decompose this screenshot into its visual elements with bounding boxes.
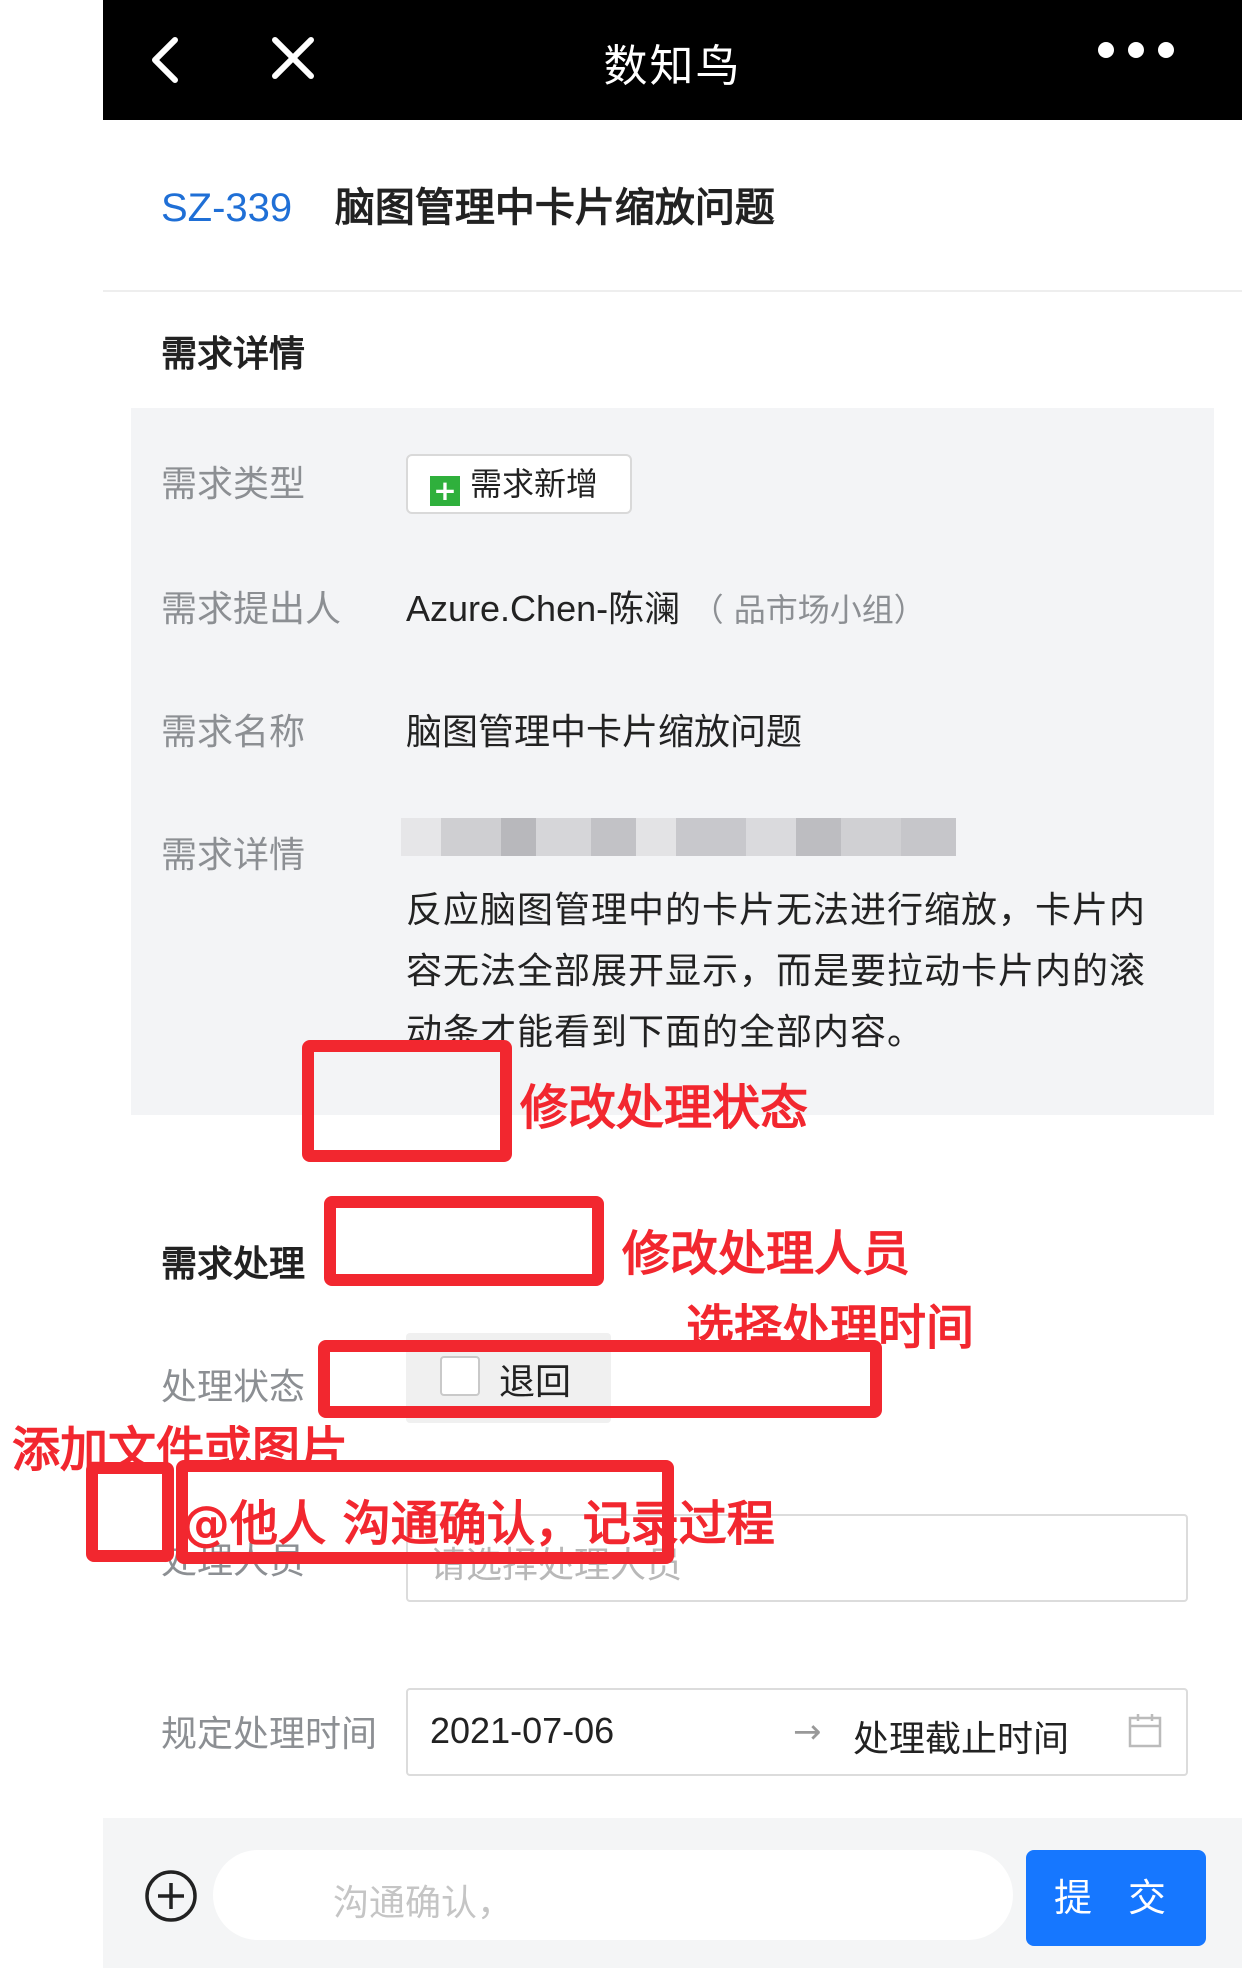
app-screen: 数知鸟 SZ-339 脑图管理中卡片缩放问题 需求详情 需求类型 + 需求新增 需… xyxy=(103,0,1242,1968)
annotation-box-handler xyxy=(324,1196,604,1286)
add-attachment-icon[interactable] xyxy=(143,1868,199,1924)
start-date[interactable]: 2021-07-06 xyxy=(430,1710,614,1752)
detail-value: 反应脑图管理中的卡片无法进行缩放，卡片内容无法全部展开显示，而是要拉动卡片内的滚… xyxy=(406,890,1147,1053)
proposer-group: （ 品市场小组） xyxy=(691,591,926,629)
annotation-status: 修改处理状态 xyxy=(520,1080,809,1136)
page-title: SZ-339 脑图管理中卡片缩放问题 xyxy=(161,175,775,235)
more-icon[interactable] xyxy=(1098,42,1208,72)
annotation-box-status xyxy=(302,1040,512,1162)
status-label: 处理状态 xyxy=(161,1367,306,1408)
ticket-name: 脑图管理中卡片缩放问题 xyxy=(334,185,775,231)
name-value: 脑图管理中卡片缩放问题 xyxy=(406,712,803,753)
annotation-handler: 修改处理人员 xyxy=(622,1226,911,1282)
detail-label: 需求详情 xyxy=(161,835,306,876)
calendar-icon[interactable] xyxy=(1128,1712,1162,1748)
proposer-name: Azure.Chen-陈澜 xyxy=(406,588,681,629)
type-label: 需求类型 xyxy=(161,464,306,505)
type-value: 需求新增 xyxy=(470,465,599,503)
range-arrow-icon: → xyxy=(793,1712,822,1752)
deadline-label: 规定处理时间 xyxy=(161,1714,378,1755)
top-nav-bar: 数知鸟 xyxy=(103,0,1242,120)
bottom-comment-bar: 沟通确认， 提 交 xyxy=(103,1818,1242,1968)
type-tag: + 需求新增 xyxy=(406,454,632,514)
details-section-title: 需求详情 xyxy=(161,334,306,375)
ticket-id: SZ-339 xyxy=(161,186,293,230)
annotation-box-time xyxy=(318,1340,882,1418)
app-title: 数知鸟 xyxy=(603,41,742,92)
proposer-value: Azure.Chen-陈澜 （ 品市场小组） xyxy=(406,580,926,632)
deadline-date-range[interactable]: 2021-07-06 → 处理截止时间 xyxy=(406,1688,1188,1776)
proposer-label: 需求提出人 xyxy=(161,589,342,630)
divider xyxy=(103,290,1242,292)
comment-input[interactable]: 沟通确认， xyxy=(213,1850,1013,1940)
submit-button[interactable]: 提 交 xyxy=(1026,1850,1206,1946)
annotation-box-attach xyxy=(86,1462,174,1562)
blurred-content xyxy=(401,818,956,856)
name-label: 需求名称 xyxy=(161,712,306,753)
end-date-placeholder[interactable]: 处理截止时间 xyxy=(853,1710,1069,1762)
annotation-comment: @他人 沟通确认，记录过程 xyxy=(182,1496,775,1552)
processing-section-title: 需求处理 xyxy=(161,1244,306,1285)
comment-placeholder: 沟通确认， xyxy=(333,1883,514,1924)
plus-icon: + xyxy=(430,476,460,506)
